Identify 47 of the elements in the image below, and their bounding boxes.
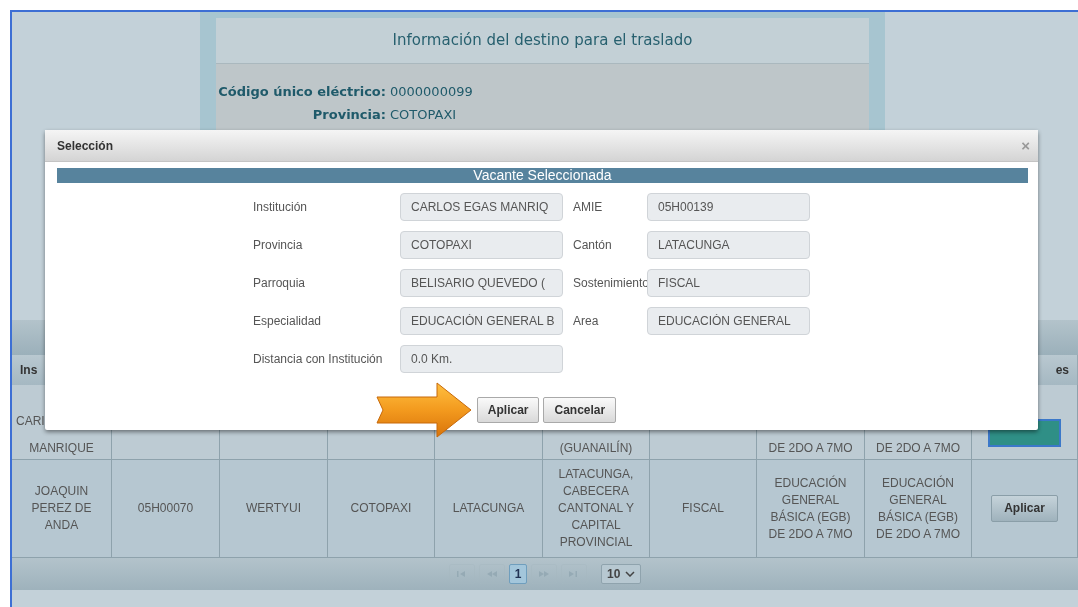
cell-text: (GUANAILÍN) xyxy=(559,440,633,457)
field-label: Provincia xyxy=(253,237,304,254)
page-size-value: 10 xyxy=(607,566,621,583)
field-label: Parroquia xyxy=(253,275,307,292)
dialog-title: Selección xyxy=(57,137,114,155)
cell-text: MANRIQUE xyxy=(29,440,94,457)
text-field[interactable]: CARLOS EGAS MANRIQ xyxy=(400,193,563,221)
cell-text: LATACUNGA xyxy=(452,500,525,517)
text-field[interactable]: FISCAL xyxy=(647,269,810,297)
field-value: 0000000099 xyxy=(390,83,473,101)
field-value: COTOPAXI xyxy=(390,106,457,124)
cell-text: 05H00070 xyxy=(137,500,194,517)
dialog-button[interactable]: Cancelar xyxy=(543,397,617,423)
apply-button[interactable]: Aplicar xyxy=(991,495,1058,522)
text-field[interactable]: COTOPAXI xyxy=(400,231,563,259)
cell-text: LATACUNGA, CABECERA CANTONAL Y CAPITAL PROVINCIAL xyxy=(557,466,635,551)
field-label: Cantón xyxy=(572,237,613,254)
field-label: Institución xyxy=(253,199,309,216)
cell-text: JOAQUIN PEREZ DE ANDA xyxy=(30,483,93,534)
section-header: Vacante Seleccionada xyxy=(57,168,1028,183)
text-field[interactable]: LATACUNGA xyxy=(647,231,810,259)
page-size-select[interactable]: 10 xyxy=(601,564,641,584)
text-field[interactable]: 0.0 Km. xyxy=(400,345,563,373)
column-header: Ins xyxy=(20,362,38,379)
cell-text: DE 2DO A 7MO xyxy=(768,440,853,457)
field-label: Sostenimiento xyxy=(572,275,647,292)
text-field[interactable]: EDUCACIÓN GENERAL B xyxy=(400,307,563,335)
cell-text: WERTYUI xyxy=(245,500,302,517)
panel-title: Información del destino para el traslado xyxy=(216,18,869,64)
field-label: Código único eléctrico: xyxy=(217,83,386,101)
text-field[interactable]: BELISARIO QUEVEDO ( xyxy=(400,269,563,297)
cell-text: EDUCACIÓN GENERAL BÁSICA (EGB) DE 2DO A 7MO xyxy=(875,474,961,543)
field-label: Provincia: xyxy=(311,106,386,124)
text-field[interactable]: EDUCACIÓN GENERAL xyxy=(647,307,810,335)
cell-text: COTOPAXI xyxy=(350,500,412,517)
cell-text: DE 2DO A 7MO xyxy=(876,440,960,457)
cell-text: CARI xyxy=(16,413,45,430)
dialog-button[interactable]: Aplicar xyxy=(476,397,540,423)
field-label: Especialidad xyxy=(253,313,323,330)
cell-text: EDUCACIÓN GENERAL BÁSICA (EGB) DE 2DO A 7MO xyxy=(767,474,854,543)
cell-text: FISCAL xyxy=(682,500,724,517)
page-button[interactable]: 1 xyxy=(509,564,527,584)
field-label: Area xyxy=(572,313,600,330)
text-field[interactable]: 05H00139 xyxy=(647,193,810,221)
field-label: Distancia con Institución xyxy=(253,351,384,368)
column-header: es xyxy=(1055,362,1069,379)
field-label: AMIE xyxy=(572,199,604,216)
